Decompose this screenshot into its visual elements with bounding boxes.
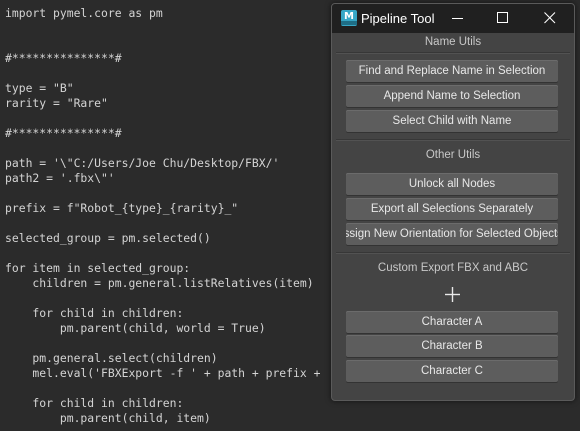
pipeline-tool-window: M Pipeline Tool Name Utils Find and Repl…	[331, 3, 575, 401]
divider	[336, 52, 570, 54]
divider	[336, 139, 570, 141]
window-title: Pipeline Tool	[361, 11, 435, 26]
code-line: #***************#	[5, 51, 122, 65]
minimize-button[interactable]	[436, 4, 480, 33]
code-line: #***************#	[5, 126, 122, 140]
code-line: for item in selected_group:	[5, 261, 191, 275]
export-selections-separately-button[interactable]: Export all Selections Separately	[346, 198, 558, 220]
custom-export-header: Custom Export FBX and ABC	[377, 262, 529, 274]
title-bar[interactable]: M Pipeline Tool	[332, 4, 574, 33]
code-line: rarity = "Rare"	[5, 96, 108, 110]
code-line: pm.parent(child, world = True)	[5, 321, 266, 335]
code-line: selected_group = pm.selected()	[5, 231, 211, 245]
code-line: import pymel.core as pm	[5, 6, 163, 20]
code-line: for child in children:	[5, 306, 184, 320]
code-line: type = "B"	[5, 81, 74, 95]
code-line: children = pm.general.listRelatives(item…	[5, 276, 314, 290]
maximize-button[interactable]	[481, 4, 525, 33]
plus-icon[interactable]	[445, 287, 460, 302]
close-button[interactable]	[528, 4, 572, 33]
maya-app-icon: M	[341, 10, 357, 26]
find-replace-name-button[interactable]: Find and Replace Name in Selection	[346, 60, 558, 82]
code-line: pm.general.select(children)	[5, 351, 218, 365]
code-line: prefix = f"Robot_{type}_{rarity}_"	[5, 201, 239, 215]
name-utils-header: Name Utils	[424, 36, 482, 48]
assign-orientation-button[interactable]: Assign New Orientation for Selected Obje…	[346, 223, 558, 245]
code-line: for child in children:	[5, 396, 184, 410]
assign-orientation-label: Assign New Orientation for Selected Obje…	[346, 228, 558, 240]
minimize-icon	[452, 18, 463, 19]
close-icon	[544, 12, 556, 24]
append-name-button[interactable]: Append Name to Selection	[346, 85, 558, 107]
character-c-button[interactable]: Character C	[346, 360, 558, 382]
code-line: mel.eval('FBXExport -f ' + path + prefix…	[5, 366, 321, 380]
unlock-all-nodes-button[interactable]: Unlock all Nodes	[346, 173, 558, 195]
other-utils-header: Other Utils	[425, 149, 481, 161]
divider	[336, 252, 570, 254]
character-b-button[interactable]: Character B	[346, 335, 558, 357]
character-a-button[interactable]: Character A	[346, 311, 558, 333]
code-line: pm.parent(child, item)	[5, 411, 211, 425]
maximize-icon	[497, 12, 508, 23]
code-line: path = '\"C:/Users/Joe Chu/Desktop/FBX/'	[5, 156, 280, 170]
code-line: path2 = '.fbx\"'	[5, 171, 115, 185]
select-child-with-name-button[interactable]: Select Child with Name	[346, 110, 558, 132]
